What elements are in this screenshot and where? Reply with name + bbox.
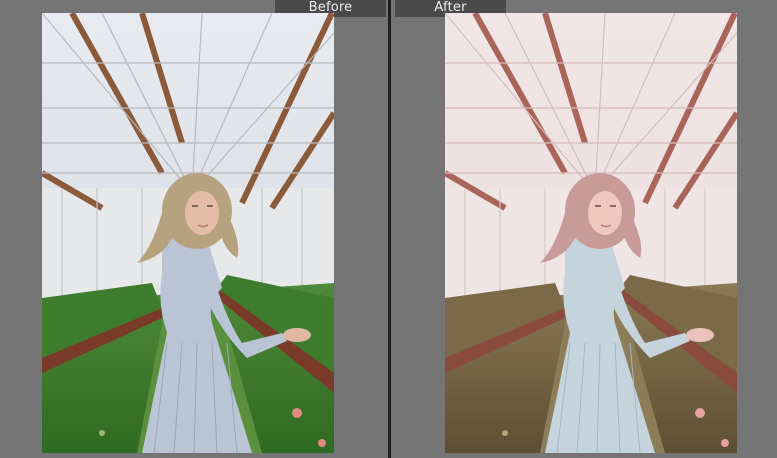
before-photo-image [42, 13, 334, 453]
after-photo[interactable] [445, 13, 737, 453]
after-photo-image [445, 13, 737, 453]
after-pane: After [391, 0, 777, 458]
before-photo[interactable] [42, 13, 334, 453]
before-after-view: Before After [0, 0, 777, 458]
before-pane: Before [0, 0, 388, 458]
